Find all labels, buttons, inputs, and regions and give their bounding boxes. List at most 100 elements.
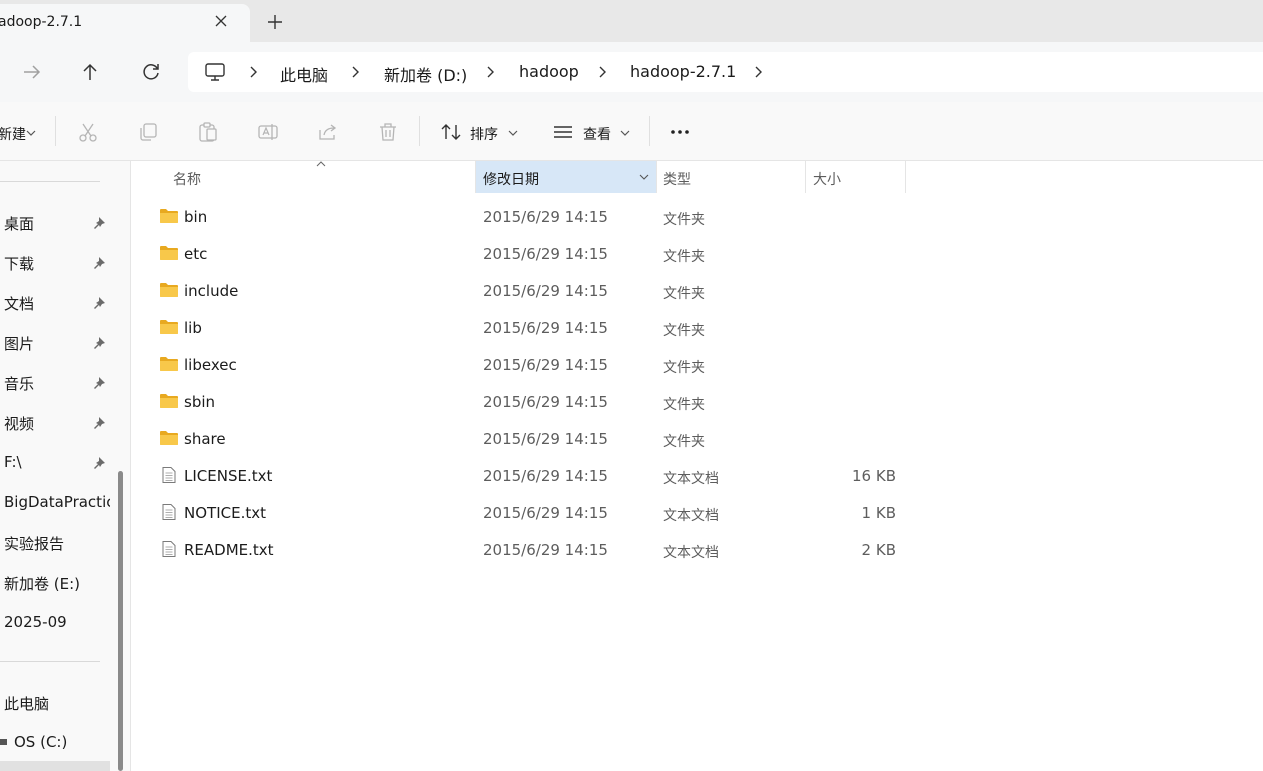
delete-icon[interactable] xyxy=(377,121,399,143)
new-button[interactable]: 新建 xyxy=(0,124,26,144)
file-date: 2015/6/29 14:15 xyxy=(483,319,608,337)
chevron-down-icon[interactable] xyxy=(26,129,36,137)
close-icon[interactable] xyxy=(211,11,231,31)
chevron-right-icon[interactable] xyxy=(247,65,261,79)
tab-title: adoop-2.7.1 xyxy=(0,14,83,30)
navigation-bar: 此电脑 新加卷 (D:) hadoop hadoop-2.7.1 xyxy=(0,42,1263,102)
sidebar-item-drive-c[interactable]: OS (C:) xyxy=(14,733,120,751)
file-name: bin xyxy=(184,208,208,226)
pin-icon xyxy=(94,337,105,349)
sort-up-icon xyxy=(316,161,326,167)
file-name: libexec xyxy=(184,356,237,374)
chevron-right-icon[interactable] xyxy=(349,65,363,79)
sidebar-item[interactable]: BigDataPractice xyxy=(4,493,110,511)
file-name: LICENSE.txt xyxy=(184,467,273,485)
breadcrumb-drive-d[interactable]: 新加卷 (D:) xyxy=(384,62,467,86)
view-icon[interactable] xyxy=(552,121,574,143)
chevron-right-icon[interactable] xyxy=(484,65,498,79)
file-size: 1 KB xyxy=(861,504,896,522)
file-type: 文本文档 xyxy=(663,508,719,524)
up-icon[interactable] xyxy=(78,60,102,84)
file-row[interactable]: sbin 2015/6/29 14:15 文件夹 xyxy=(132,383,1032,420)
file-row[interactable]: README.txt 2015/6/29 14:15 文本文档 2 KB xyxy=(132,531,1032,568)
sidebar-item[interactable]: 2025-09 xyxy=(4,613,110,631)
folder-icon xyxy=(160,283,178,297)
file-name: README.txt xyxy=(184,541,274,559)
share-icon[interactable] xyxy=(317,121,339,143)
file-type: 文本文档 xyxy=(663,545,719,561)
copy-icon[interactable] xyxy=(137,121,159,143)
folder-icon xyxy=(160,394,178,408)
folder-icon xyxy=(160,209,178,223)
address-bar[interactable]: 此电脑 新加卷 (D:) hadoop hadoop-2.7.1 xyxy=(188,52,1263,92)
view-button[interactable]: 查看 xyxy=(583,124,611,144)
rename-icon[interactable] xyxy=(257,121,279,143)
tab-strip: adoop-2.7.1 xyxy=(0,0,1263,42)
navigation-pane: 桌面下载文档图片音乐视频F:\BigDataPractice实验报告新加卷 (E… xyxy=(0,161,131,771)
more-icon[interactable] xyxy=(669,121,691,143)
refresh-icon[interactable] xyxy=(139,60,163,84)
breadcrumb-hadoop[interactable]: hadoop xyxy=(519,62,579,81)
pin-icon xyxy=(94,417,105,429)
sidebar-item[interactable]: 新加卷 (E:) xyxy=(4,573,110,594)
file-row[interactable]: lib 2015/6/29 14:15 文件夹 xyxy=(132,309,1032,346)
column-header-type[interactable]: 类型 xyxy=(663,169,691,189)
divider xyxy=(0,661,100,662)
file-name: lib xyxy=(184,319,202,337)
chevron-down-icon[interactable] xyxy=(639,173,649,181)
forward-icon[interactable] xyxy=(20,60,44,84)
file-type: 文件夹 xyxy=(663,212,705,228)
tab-hadoop[interactable]: adoop-2.7.1 xyxy=(0,4,250,42)
file-name: share xyxy=(184,430,226,448)
file-date: 2015/6/29 14:15 xyxy=(483,393,608,411)
column-header-date[interactable]: 修改日期 xyxy=(483,169,539,189)
chevron-right-icon[interactable] xyxy=(752,65,766,79)
folder-icon xyxy=(160,320,178,334)
folder-icon xyxy=(160,357,178,371)
text-file-icon xyxy=(162,504,176,520)
breadcrumb-this-pc[interactable]: 此电脑 xyxy=(280,62,328,86)
chevron-down-icon[interactable] xyxy=(620,129,630,137)
file-date: 2015/6/29 14:15 xyxy=(483,356,608,374)
sort-icon[interactable] xyxy=(440,121,462,143)
pin-icon xyxy=(94,377,105,389)
file-row[interactable]: share 2015/6/29 14:15 文件夹 xyxy=(132,420,1032,457)
file-name: sbin xyxy=(184,393,216,411)
chevron-down-icon[interactable] xyxy=(508,129,518,137)
file-row[interactable]: LICENSE.txt 2015/6/29 14:15 文本文档 16 KB xyxy=(132,457,1032,494)
column-header-size[interactable]: 大小 xyxy=(813,169,841,189)
divider xyxy=(656,161,657,193)
sort-button[interactable]: 排序 xyxy=(470,124,498,144)
file-type: 文本文档 xyxy=(663,471,719,487)
sidebar-item-this-pc[interactable]: 此电脑 xyxy=(4,693,110,714)
pin-icon xyxy=(94,217,105,229)
divider xyxy=(805,161,806,193)
file-row[interactable]: bin 2015/6/29 14:15 文件夹 xyxy=(132,198,1032,235)
folder-icon xyxy=(160,246,178,260)
divider xyxy=(649,116,650,146)
sidebar-item[interactable]: 实验报告 xyxy=(4,533,110,554)
column-header-name[interactable]: 名称 xyxy=(173,169,201,189)
pin-icon xyxy=(94,457,105,469)
command-bar: 新建 排序 查看 xyxy=(0,102,1263,161)
chevron-right-icon[interactable] xyxy=(596,65,610,79)
divider xyxy=(0,181,100,182)
new-tab-icon[interactable] xyxy=(264,11,286,33)
file-row[interactable]: libexec 2015/6/29 14:15 文件夹 xyxy=(132,346,1032,383)
file-type: 文件夹 xyxy=(663,397,705,413)
file-date: 2015/6/29 14:15 xyxy=(483,282,608,300)
file-type: 文件夹 xyxy=(663,286,705,302)
paste-icon[interactable] xyxy=(197,121,219,143)
breadcrumb-hadoop-271[interactable]: hadoop-2.7.1 xyxy=(630,62,736,81)
file-row[interactable]: include 2015/6/29 14:15 文件夹 xyxy=(132,272,1032,309)
text-file-icon xyxy=(162,541,176,557)
divider xyxy=(419,116,420,146)
file-date: 2015/6/29 14:15 xyxy=(483,245,608,263)
sidebar-scrollbar[interactable] xyxy=(118,471,123,771)
file-row[interactable]: NOTICE.txt 2015/6/29 14:15 文本文档 1 KB xyxy=(132,494,1032,531)
file-row[interactable]: etc 2015/6/29 14:15 文件夹 xyxy=(132,235,1032,272)
cut-icon[interactable] xyxy=(77,121,99,143)
file-type: 文件夹 xyxy=(663,323,705,339)
divider xyxy=(905,161,906,193)
file-type: 文件夹 xyxy=(663,249,705,265)
